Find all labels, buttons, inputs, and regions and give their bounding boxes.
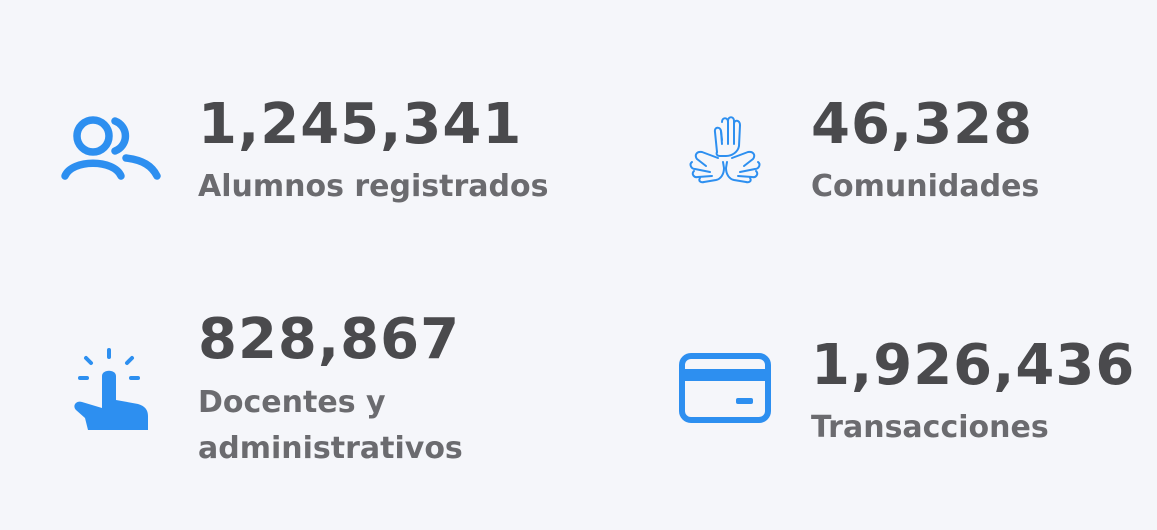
hands-together-icon bbox=[689, 116, 761, 184]
stat-value: 1,245,341 bbox=[198, 92, 523, 157]
stat-value: 46,328 bbox=[811, 92, 1034, 157]
stat-label: Transacciones bbox=[811, 405, 1049, 451]
stat-value: 1,926,436 bbox=[811, 333, 1136, 398]
stat-label-line: Transacciones bbox=[811, 410, 1049, 445]
stat-transacciones: 1,926,436 Transacciones bbox=[600, 280, 1157, 530]
stat-label: Comunidades bbox=[811, 164, 1039, 210]
pointer-tap-icon bbox=[74, 348, 148, 430]
stat-label: Docentes y administrativos bbox=[198, 380, 463, 472]
stat-alumnos: 1,245,341 Alumnos registrados bbox=[0, 0, 560, 230]
stat-label-line: Alumnos registrados bbox=[198, 169, 549, 204]
stat-value: 828,867 bbox=[198, 307, 461, 372]
stat-label: Alumnos registrados bbox=[198, 164, 548, 210]
stat-label-line: Docentes y bbox=[198, 385, 386, 420]
users-icon bbox=[61, 116, 161, 180]
stat-comunidades: 46,328 Comunidades bbox=[600, 0, 1157, 230]
credit-card-icon bbox=[679, 353, 771, 423]
stat-docentes: 828,867 Docentes y administrativos bbox=[0, 280, 560, 530]
stat-label-line: administrativos bbox=[198, 431, 463, 466]
stat-label-line: Comunidades bbox=[811, 169, 1040, 204]
